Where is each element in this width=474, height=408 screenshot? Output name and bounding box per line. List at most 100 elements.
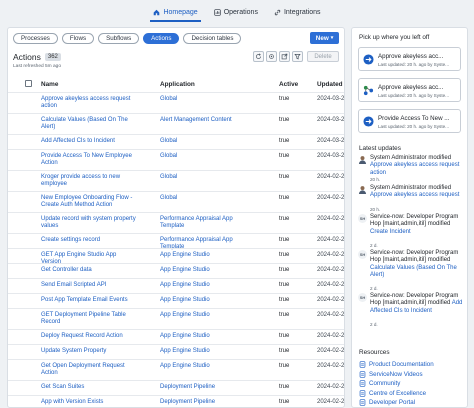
column-header-updated[interactable]: Updated [317, 81, 343, 88]
action-name-link[interactable]: Send Email Scripted API [41, 282, 136, 289]
application-link[interactable]: Alert Management Content [160, 117, 242, 124]
recent-card[interactable]: Approve akeyless acc... Last updated: 20… [358, 47, 461, 71]
action-name-link[interactable]: Get Scan Suites [41, 384, 136, 391]
application-link[interactable]: Global [160, 153, 242, 160]
select-all-checkbox[interactable] [25, 80, 32, 87]
table-row[interactable]: New Employee Onboarding Flow - Create Au… [8, 191, 344, 212]
table-row[interactable]: Update System Property App Engine Studio t… [8, 344, 344, 359]
column-header-application[interactable]: Application [160, 81, 195, 88]
export-button[interactable] [279, 51, 290, 62]
tab-homepage-label: Homepage [163, 8, 198, 16]
action-name-link[interactable]: Add Affected CIs to Incident [41, 138, 136, 145]
column-header-name[interactable]: Name [41, 81, 58, 88]
recent-card[interactable]: Approve akeyless acc... Last updated: 20… [358, 78, 461, 102]
application-link[interactable]: Global [160, 174, 242, 181]
table-row[interactable]: Post App Template Email Events App Engine… [8, 293, 345, 308]
subtab-flows[interactable]: Flows [61, 33, 95, 44]
update-link[interactable]: Calculate Values (Based On The Alert) [370, 265, 457, 278]
application-link[interactable]: App Engine Studio [160, 312, 242, 319]
table-row[interactable]: Calculate Values (Based On The Alert) Ale… [8, 113, 344, 134]
update-text: System Administrator modified Approve ak… [370, 185, 466, 200]
table-row[interactable]: Add Affected CIs to Incident Global true 20… [8, 134, 344, 149]
table-row[interactable]: Kroger provide access to new employee Glo… [8, 170, 344, 191]
table-row[interactable]: GET Deployment Pipeline Table Record App … [8, 308, 344, 329]
application-link[interactable]: Global [160, 195, 242, 202]
gear-icon [269, 54, 274, 59]
application-link[interactable]: App Engine Studio [160, 297, 242, 304]
application-link[interactable]: Performance Appraisal App Template [160, 216, 242, 231]
application-link[interactable]: App Engine Studio [160, 267, 242, 274]
table-row[interactable]: Deploy Request Record Action App Engine S… [8, 329, 344, 344]
table-row[interactable]: Provide Access To New Employee Action Glo… [8, 149, 344, 170]
table-row[interactable]: Get Open Deployment Request Action App En… [8, 359, 344, 380]
subtab-processes[interactable]: Processes [13, 33, 58, 44]
application-link[interactable]: App Engine Studio [160, 363, 242, 370]
application-link[interactable]: App Engine Studio [160, 282, 242, 289]
resource-link[interactable]: Product Documentation [359, 361, 434, 368]
recent-card-title: Approve akeyless acc... [378, 53, 444, 60]
tab-integrations[interactable]: Integrations [271, 4, 324, 22]
action-name-link[interactable]: Post App Template Email Events [41, 297, 136, 304]
resource-link[interactable]: Developer Portal [359, 399, 415, 406]
action-name-link[interactable]: Update record with system property value… [41, 216, 136, 231]
application-link[interactable]: App Engine Studio [160, 252, 242, 259]
action-name-link[interactable]: New Employee Onboarding Flow - Create Au… [41, 195, 136, 210]
update-author: Service-now: Developer Program Hop [main… [370, 250, 459, 264]
update-link[interactable]: Approve akeyless access request action [370, 162, 459, 175]
application-link[interactable]: App Engine Studio [160, 333, 242, 340]
action-name-link[interactable]: Calculate Values (Based On The Alert) [41, 117, 136, 132]
resource-label: Community [369, 380, 401, 387]
tab-homepage[interactable]: Homepage [150, 4, 201, 22]
update-link[interactable]: Approve akeyless access request [370, 192, 459, 198]
action-name-link[interactable]: Get Controller data [41, 267, 136, 274]
filter-button[interactable] [292, 51, 303, 62]
action-name-link[interactable]: Get Open Deployment Request Action [41, 363, 136, 378]
action-name-link[interactable]: Provide Access To New Employee Action [41, 153, 136, 168]
table-row[interactable]: App with Version Exists Deployment Pipeli… [8, 395, 344, 407]
recent-card-title: Approve akeyless acc... [378, 84, 444, 91]
resource-link[interactable]: Community [359, 380, 400, 387]
update-link[interactable]: Create Incident [370, 229, 411, 235]
table-row[interactable]: Create settings record Performance Apprai… [8, 233, 344, 250]
table-row[interactable]: Send Email Scripted API App Engine Studio… [8, 278, 344, 293]
subtab-decision-tables[interactable]: Decision tables [183, 33, 242, 44]
refresh-button[interactable] [253, 51, 264, 62]
application-link[interactable]: App Engine Studio [160, 348, 242, 355]
operations-icon [214, 8, 221, 16]
recent-card[interactable]: Provide Access To New ... Last updated: … [358, 109, 461, 133]
active-value: true [279, 138, 290, 144]
active-value: true [279, 384, 290, 390]
resource-link[interactable]: ServiceNow Videos [359, 371, 423, 378]
subtab-actions[interactable]: Actions [143, 33, 180, 44]
action-name-link[interactable]: Create settings record [41, 237, 136, 244]
active-value: true [279, 333, 290, 339]
action-name-link[interactable]: Approve akeyless access request action [41, 96, 136, 111]
settings-button[interactable] [266, 51, 277, 62]
action-name-link[interactable]: Deploy Request Record Action [41, 333, 136, 340]
table-row[interactable]: Get Controller data App Engine Studio true… [8, 263, 344, 278]
new-button[interactable]: New ▾ [310, 32, 339, 44]
resource-link[interactable]: Centre of Excellence [359, 390, 426, 397]
application-link[interactable]: Global [160, 138, 242, 145]
top-navigation: Homepage Operations Integrations [0, 0, 474, 22]
application-link[interactable]: Global [160, 96, 242, 103]
tab-operations[interactable]: Operations [211, 4, 261, 22]
table-row[interactable]: Update record with system property value… [8, 212, 344, 233]
count-badge: 362 [44, 53, 61, 61]
table-row[interactable]: GET App Engine Studio App Version App Eng… [8, 248, 344, 265]
action-name-link[interactable]: App with Version Exists [41, 399, 136, 406]
toolbar [253, 51, 303, 62]
table-row[interactable]: Approve akeyless access request action Gl… [8, 92, 344, 113]
action-icon [363, 54, 374, 65]
column-header-active[interactable]: Active [279, 81, 298, 88]
application-link[interactable]: Deployment Pipeline [160, 399, 242, 406]
table-row[interactable]: Get Scan Suites Deployment Pipeline true 20… [8, 380, 344, 395]
action-name-link[interactable]: Kroger provide access to new employee [41, 174, 136, 189]
delete-button[interactable]: Delete [307, 51, 339, 62]
export-icon [281, 53, 288, 60]
action-name-link[interactable]: GET Deployment Pipeline Table Record [41, 312, 136, 327]
updated-value: 2024-02-2 [317, 297, 345, 303]
action-name-link[interactable]: Update System Property [41, 348, 136, 355]
subtab-subflows[interactable]: Subflows [98, 33, 140, 44]
application-link[interactable]: Deployment Pipeline [160, 384, 242, 391]
